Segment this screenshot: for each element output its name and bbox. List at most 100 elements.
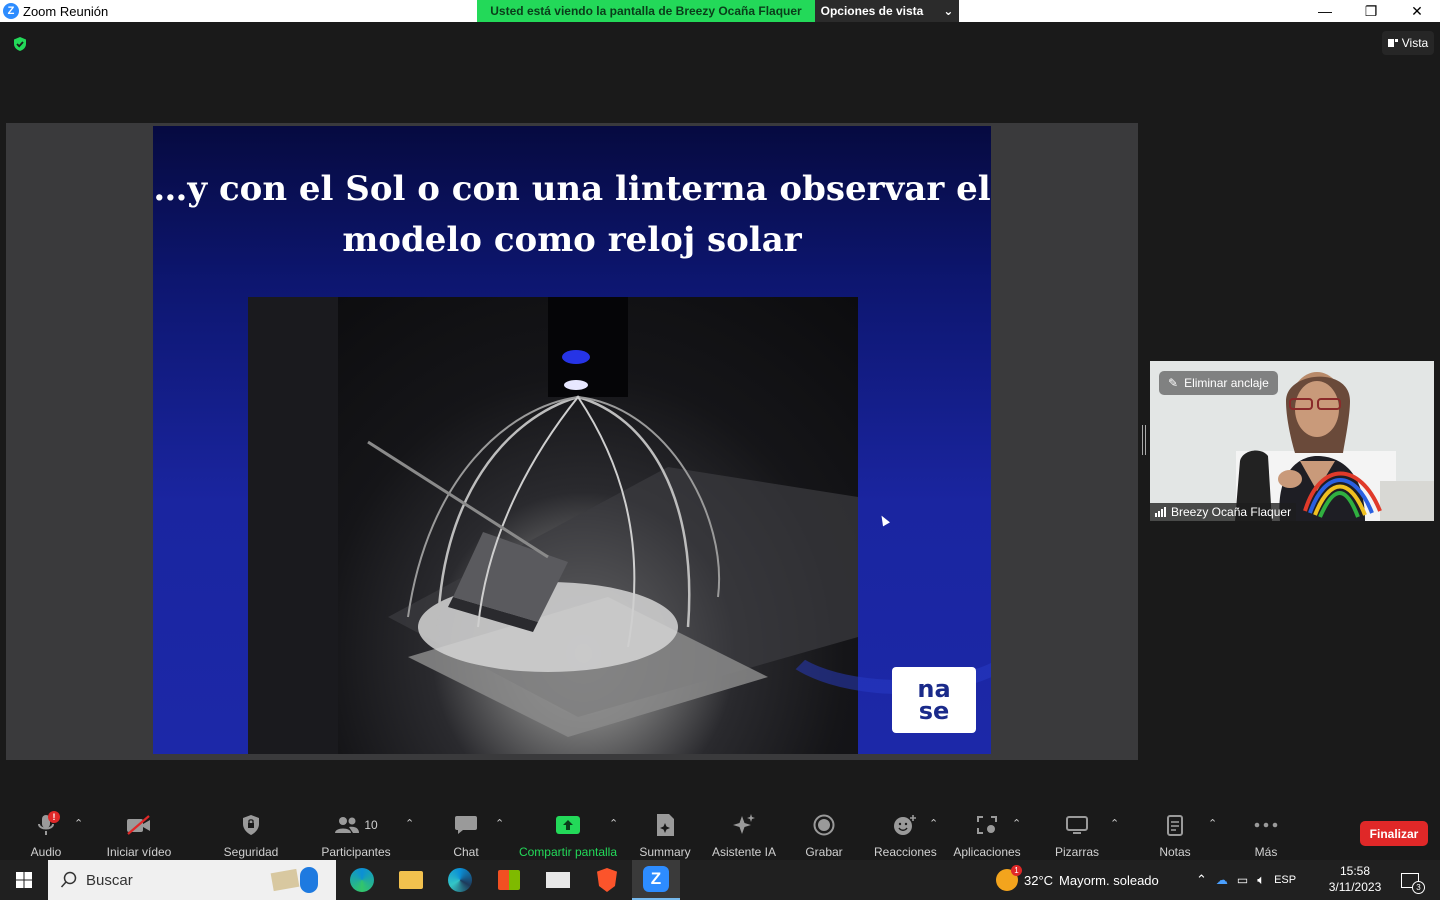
reactions-button[interactable]: Reacciones <box>874 811 937 859</box>
clock-time: 15:58 <box>1339 864 1371 878</box>
taskbar-clock[interactable]: 15:58 3/11/2023 <box>1322 863 1388 895</box>
tray-overflow-chevron-icon[interactable]: ⌃ <box>1196 872 1207 888</box>
sundial-photo <box>248 297 858 754</box>
chat-options-caret-icon[interactable]: ⌃ <box>495 817 504 830</box>
record-icon <box>813 814 835 836</box>
share-screen-icon <box>556 816 580 834</box>
view-options-button[interactable]: Opciones de vista ⌄ <box>815 0 959 22</box>
unpin-button[interactable]: ✎ Eliminar anclaje <box>1159 371 1278 395</box>
start-video-label: Iniciar vídeo <box>106 845 172 859</box>
sundial-model-illustration <box>248 297 858 754</box>
end-meeting-button[interactable]: Finalizar <box>1360 821 1428 846</box>
close-button[interactable]: ✕ <box>1394 0 1440 22</box>
brave-lion-icon <box>597 868 617 892</box>
view-grid-icon <box>1387 39 1398 47</box>
notification-icon: 3 <box>1401 872 1425 894</box>
more-button[interactable]: Más <box>1248 811 1284 859</box>
notes-options-caret-icon[interactable]: ⌃ <box>1208 817 1217 830</box>
chat-button[interactable]: Chat <box>446 811 486 859</box>
participants-button[interactable]: 10 Participantes <box>320 811 392 859</box>
participant-video-tile[interactable]: ✎ Eliminar anclaje Breezy Ocaña Flaquer <box>1150 361 1434 521</box>
windows-taskbar: Buscar Z 1 32°C Mayorm. soleado ⌃ ☁ ▭ 🔈︎… <box>0 860 1440 900</box>
pin-icon: ✎ <box>1168 376 1179 390</box>
share-banner-text: Usted está viendo la pantalla de Breezy … <box>477 0 815 22</box>
whiteboard-icon <box>1066 816 1088 834</box>
summary-button[interactable]: Summary <box>636 811 694 859</box>
search-icon <box>60 871 77 888</box>
notes-label: Notas <box>1159 845 1191 859</box>
start-button[interactable] <box>0 860 48 900</box>
search-placeholder: Buscar <box>86 871 133 889</box>
minimize-button[interactable]: — <box>1302 0 1348 22</box>
unpin-label: Eliminar anclaje <box>1184 376 1269 390</box>
notification-center-button[interactable]: 3 <box>1398 860 1425 900</box>
ai-assistant-button[interactable]: Asistente IA <box>710 811 778 859</box>
taskbar-edge-app[interactable] <box>338 860 386 900</box>
taskbar-brave-app[interactable] <box>583 860 631 900</box>
meeting-topbar <box>0 22 1440 64</box>
ai-sparkle-icon <box>733 814 755 834</box>
notes-button[interactable]: Notas <box>1154 811 1196 859</box>
view-label: Vista <box>1401 36 1429 50</box>
start-video-button[interactable]: Iniciar vídeo <box>104 811 174 859</box>
audio-warning-badge: ! <box>48 811 60 823</box>
share-options-caret-icon[interactable]: ⌃ <box>609 817 618 830</box>
whiteboards-options-caret-icon[interactable]: ⌃ <box>1110 817 1119 830</box>
weather-widget[interactable]: 1 32°C Mayorm. soleado <box>996 860 1159 900</box>
participants-label: Participantes <box>321 845 391 859</box>
view-button[interactable]: Vista <box>1382 31 1434 55</box>
ai-assistant-label: Asistente IA <box>711 845 777 859</box>
meeting-controls-toolbar: ! Audio ⌃ Iniciar vídeo Seguridad 10 Par… <box>0 805 1440 860</box>
taskbar-store-app[interactable] <box>485 860 533 900</box>
apps-options-caret-icon[interactable]: ⌃ <box>1012 817 1021 830</box>
whiteboards-label: Pizarras <box>1054 845 1099 859</box>
view-options-label: Opciones de vista <box>820 4 924 18</box>
mail-icon <box>546 872 570 888</box>
whiteboards-button[interactable]: Pizarras <box>1052 811 1102 859</box>
taskbar-mail-app[interactable] <box>534 860 582 900</box>
zoom-logo-icon: Z <box>3 3 19 19</box>
summary-label: Summary <box>639 845 691 859</box>
restore-button[interactable]: ❐ <box>1348 0 1394 22</box>
participant-name-tag: Breezy Ocaña Flaquer <box>1150 503 1297 521</box>
taskbar-explorer-app[interactable] <box>387 860 435 900</box>
taskbar-zoom-app[interactable]: Z <box>632 860 680 900</box>
edge-icon <box>350 868 374 892</box>
volume-icon[interactable]: 🔈︎ <box>1257 872 1265 888</box>
signal-strength-icon <box>1155 507 1166 517</box>
nase-logo-bottom: se <box>918 697 950 725</box>
zoom-app-icon: Z <box>643 866 669 892</box>
audio-options-caret-icon[interactable]: ⌃ <box>74 817 83 830</box>
reactions-label: Reacciones <box>874 845 937 859</box>
audio-button[interactable]: ! Audio <box>24 811 68 859</box>
windows-logo-icon <box>16 872 32 888</box>
participants-icon <box>335 817 360 833</box>
share-screen-button[interactable]: Compartir pantalla <box>516 811 620 859</box>
participants-options-caret-icon[interactable]: ⌃ <box>405 817 414 830</box>
taskbar-edge-dev-app[interactable] <box>436 860 484 900</box>
network-icon[interactable]: ▭ <box>1237 873 1248 887</box>
store-icon <box>498 870 520 890</box>
more-dots-icon <box>1254 822 1278 828</box>
more-label: Más <box>1254 845 1278 859</box>
video-off-icon <box>127 815 150 835</box>
slide-title: …y con el Sol o con una linterna observa… <box>153 164 991 266</box>
notes-icon <box>1167 815 1183 836</box>
security-shield-icon[interactable] <box>12 36 28 52</box>
participants-count: 10 <box>364 818 378 832</box>
search-highlight-icon <box>260 863 330 897</box>
weather-sun-icon: 1 <box>996 865 1022 891</box>
chat-label: Chat <box>453 845 479 859</box>
slide-title-line2: modelo como reloj solar <box>342 220 802 260</box>
nase-logo: na se <box>892 667 976 733</box>
reactions-icon <box>894 815 916 835</box>
reactions-options-caret-icon[interactable]: ⌃ <box>929 817 938 830</box>
record-button[interactable]: Grabar <box>802 811 846 859</box>
panel-resize-handle[interactable] <box>1142 425 1146 455</box>
taskbar-search-box[interactable]: Buscar <box>48 860 336 900</box>
security-button[interactable]: Seguridad <box>221 811 281 859</box>
onedrive-icon[interactable]: ☁ <box>1216 873 1228 887</box>
language-indicator[interactable]: ESP <box>1274 874 1296 886</box>
window-controls: — ❐ ✕ <box>1302 0 1440 22</box>
audio-label: Audio <box>30 845 62 859</box>
